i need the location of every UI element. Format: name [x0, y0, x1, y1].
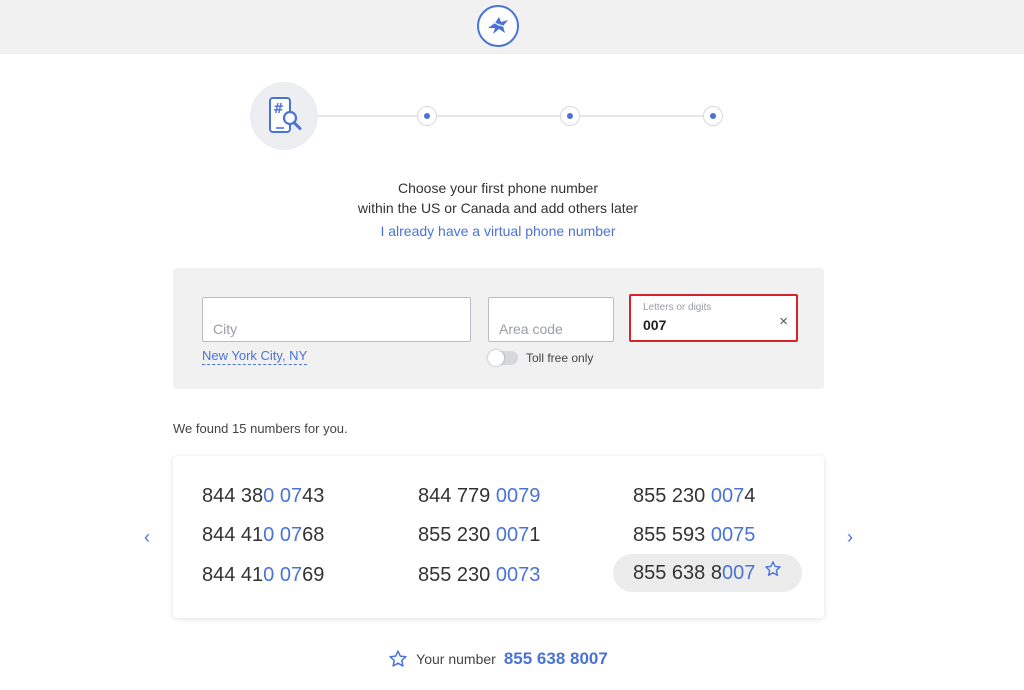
number-part: 4 [744, 485, 756, 507]
phone-number-option[interactable]: 844 779 0079 [418, 477, 540, 515]
star-icon [388, 649, 408, 669]
step-dot-2 [417, 106, 437, 126]
phone-number-option[interactable]: 844 410 0768 [202, 516, 324, 554]
results-summary: We found 15 numbers for you. [173, 421, 348, 436]
search-filters-panel: City Area code Letters or digits 007 × N… [173, 268, 824, 389]
intro-line-2: within the US or Canada and add others l… [357, 200, 639, 216]
number-part: 43 [302, 485, 325, 507]
toll-free-label: Toll free only [526, 351, 594, 365]
number-match: 0 07 [263, 564, 303, 586]
prev-page-arrow[interactable]: ‹ [133, 523, 161, 551]
phone-number-option[interactable]: 855 230 0073 [418, 556, 540, 594]
number-results-panel: 844 380 0743 844 410 0768 844 410 0769 8… [173, 456, 824, 618]
letters-digits-label: Letters or digits [643, 302, 712, 313]
svg-text:#: # [273, 102, 284, 117]
intro-section: Choose your first phone number within th… [0, 178, 996, 241]
chevron-left-icon: ‹ [144, 526, 150, 547]
next-page-arrow[interactable]: › [836, 523, 864, 551]
phone-number-option-selected[interactable]: 855 638 8007 [613, 554, 802, 592]
number-match: 0073 [495, 564, 541, 586]
number-part: 855 230 [633, 485, 711, 507]
phone-number-option[interactable]: 855 230 0071 [418, 516, 540, 554]
number-part: 844 41 [202, 564, 264, 586]
toll-free-toggle[interactable] [488, 350, 518, 366]
city-placeholder: City [213, 321, 238, 337]
step-dot-4 [703, 106, 723, 126]
step-dot-3 [560, 106, 580, 126]
phone-search-icon: # [250, 82, 318, 150]
stepper-line [318, 115, 713, 117]
area-code-placeholder: Area code [499, 321, 563, 337]
number-part: 844 38 [202, 485, 264, 507]
number-part: 855 593 [633, 524, 711, 546]
phone-number-option[interactable]: 855 230 0074 [633, 477, 755, 515]
city-input[interactable]: City [202, 297, 471, 342]
number-match: 007 [710, 485, 745, 507]
chevron-right-icon: › [847, 526, 853, 547]
phone-number-option[interactable]: 844 410 0769 [202, 556, 324, 594]
number-part: 855 230 [418, 564, 496, 586]
bird-logo-icon[interactable] [477, 5, 519, 47]
number-part: 68 [302, 524, 325, 546]
number-match: 0 07 [263, 524, 303, 546]
number-part: 844 41 [202, 524, 264, 546]
number-match: 0075 [710, 524, 756, 546]
progress-stepper: # [250, 82, 730, 152]
city-suggestion-link[interactable]: New York City, NY [202, 348, 308, 365]
number-part: 855 638 8 [633, 562, 722, 584]
letters-digits-value: 007 [643, 317, 667, 333]
phone-number-option[interactable]: 855 593 0075 [633, 516, 755, 554]
number-part: 844 779 [418, 485, 496, 507]
number-part: 1 [529, 524, 541, 546]
existing-number-link[interactable]: I already have a virtual phone number [0, 221, 996, 241]
number-match: 007 [721, 562, 756, 584]
your-number-row: Your number 855 638 8007 [0, 649, 996, 669]
letters-digits-input[interactable]: Letters or digits 007 × [629, 294, 798, 342]
area-code-input[interactable]: Area code [488, 297, 614, 342]
number-part: 69 [302, 564, 325, 586]
number-part: 855 230 [418, 524, 496, 546]
number-match: 0079 [495, 485, 541, 507]
number-match: 007 [495, 524, 530, 546]
star-icon[interactable] [764, 553, 782, 591]
top-bar [0, 0, 1024, 54]
toll-free-toggle-row: Toll free only [488, 350, 593, 366]
phone-number-option[interactable]: 844 380 0743 [202, 477, 324, 515]
your-number-label: Your number [416, 651, 496, 667]
clear-icon[interactable]: × [779, 314, 788, 329]
number-match: 0 07 [263, 485, 303, 507]
intro-line-1: Choose your first phone number [398, 180, 598, 196]
your-number-value: 855 638 8007 [503, 649, 608, 668]
